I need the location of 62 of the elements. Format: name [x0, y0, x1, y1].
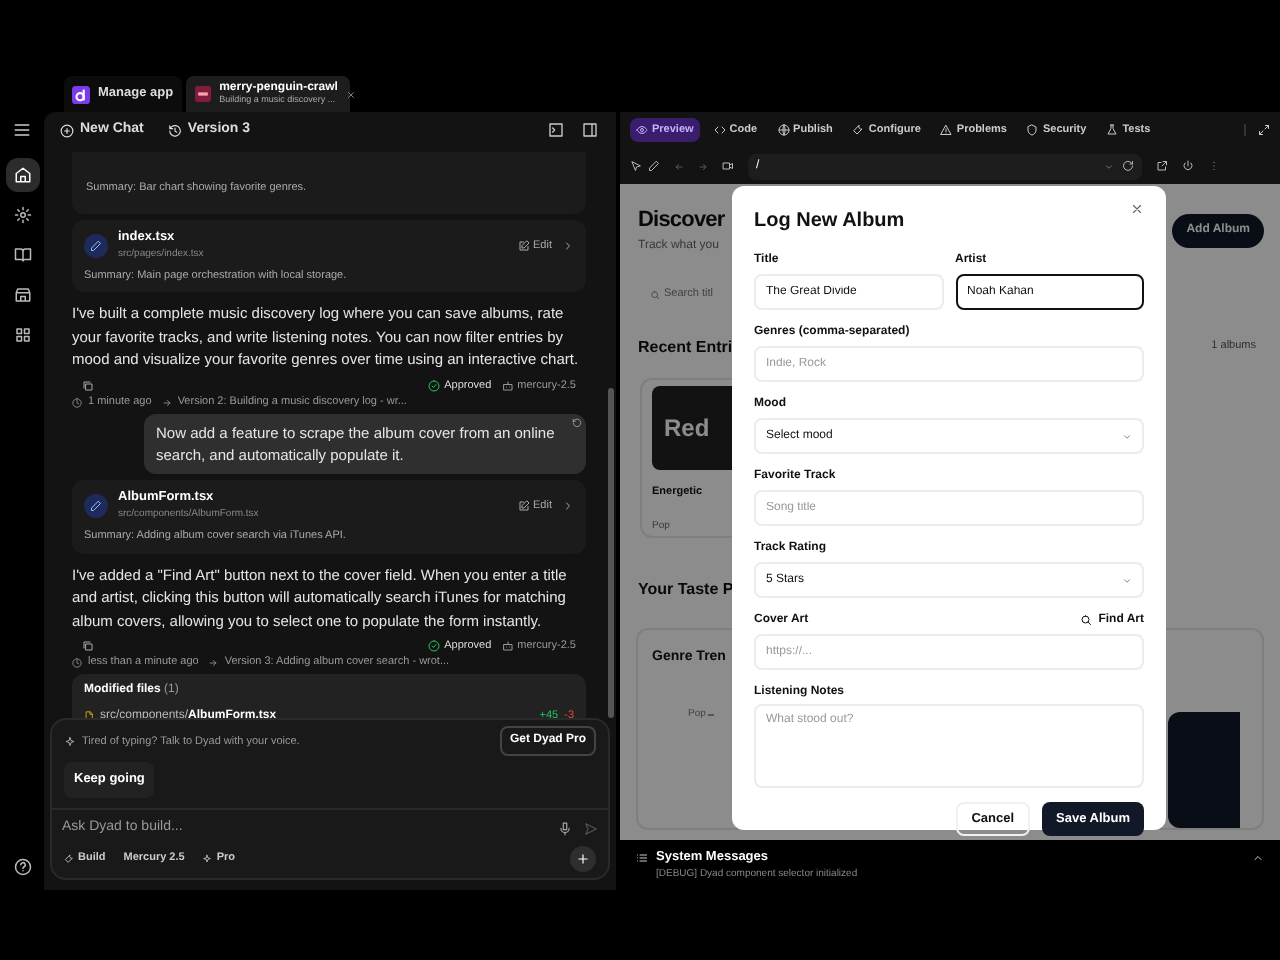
search-icon: [1080, 614, 1093, 626]
chevron-down-icon[interactable]: [1104, 161, 1114, 171]
chevron-down-icon: [1122, 575, 1132, 585]
eye-icon: [636, 124, 648, 136]
power-icon[interactable]: [1182, 160, 1194, 172]
clock-icon: [72, 397, 82, 408]
retry-icon[interactable]: [572, 418, 582, 429]
expand-icon[interactable]: [1258, 124, 1270, 136]
edit-icon: [517, 500, 530, 513]
store-icon: [13, 286, 31, 304]
bot-icon: [501, 640, 514, 653]
globe-icon: [777, 124, 790, 136]
warning-icon: [940, 124, 953, 136]
cursor-icon[interactable]: [630, 160, 642, 172]
terminal-icon[interactable]: [548, 122, 564, 138]
list-icon: [636, 851, 648, 864]
chevron-right-icon[interactable]: [562, 240, 574, 252]
arrow-right-icon: [161, 397, 172, 408]
shield-icon: [1026, 124, 1039, 136]
chevron-down-icon: [1122, 431, 1132, 441]
mic-icon[interactable]: [558, 821, 572, 835]
help-icon[interactable]: [13, 858, 31, 876]
more-icon[interactable]: [1208, 160, 1220, 172]
code-icon: [713, 124, 726, 136]
arrow-right-icon: [208, 657, 219, 668]
nav-item[interactable]: [5, 158, 39, 192]
history-icon: [167, 123, 182, 137]
blocks-icon: [13, 326, 31, 344]
menu-icon[interactable]: [12, 120, 32, 140]
search-icon: [650, 289, 660, 299]
app-icon: [193, 86, 212, 102]
clock-icon: [72, 657, 82, 668]
pencil-glyph-icon: [90, 500, 102, 513]
close-icon[interactable]: [1130, 202, 1144, 216]
copy-icon[interactable]: [82, 379, 94, 392]
home-icon: [13, 166, 31, 184]
panel-icon[interactable]: [582, 122, 598, 138]
album-cover: Red: [652, 385, 732, 469]
edit-icon: [517, 240, 530, 252]
pencil-icon[interactable]: [648, 160, 660, 172]
chevron-right-icon[interactable]: [562, 500, 574, 513]
plus-icon: [576, 852, 590, 866]
add-button[interactable]: [570, 846, 596, 872]
pencil-glyph-icon: [90, 240, 102, 252]
copy-icon[interactable]: [82, 640, 94, 653]
section-heading: Recent Entri: [638, 335, 732, 359]
dialog-title: Log New Album: [754, 208, 905, 236]
flask-icon: [1106, 124, 1119, 136]
file-icon: [84, 710, 94, 719]
refresh-icon[interactable]: [1122, 160, 1134, 172]
caret-up-icon[interactable]: [1252, 851, 1264, 864]
app-logo-icon: [72, 85, 90, 103]
sparkle-icon: [64, 735, 76, 748]
settings-icon: [13, 206, 31, 224]
bot-icon: [501, 379, 514, 392]
book-icon: [13, 246, 31, 264]
dark-panel: [1168, 711, 1240, 828]
sparkle-icon: [202, 854, 213, 864]
page-heading: Discover: [638, 206, 727, 236]
close-icon[interactable]: [345, 89, 356, 99]
external-link-icon[interactable]: [1156, 160, 1168, 172]
scrollbar-thumb[interactable]: [608, 388, 614, 718]
